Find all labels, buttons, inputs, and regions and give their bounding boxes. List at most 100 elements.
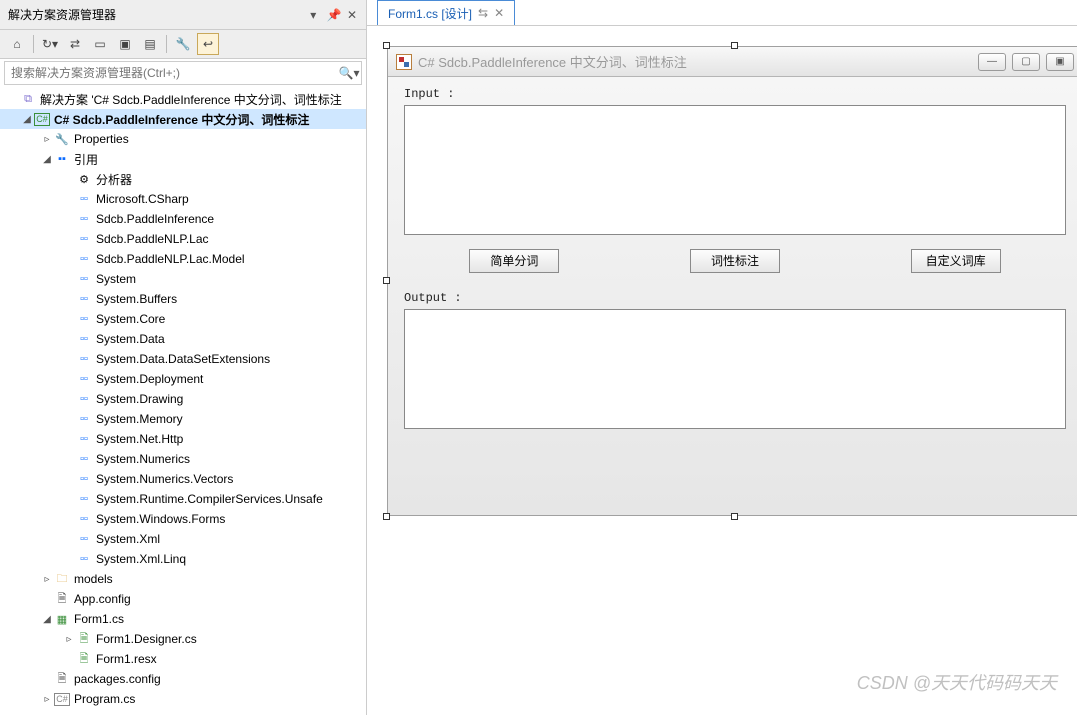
reference-item[interactable]: ▸▫▫Microsoft.CSharp [0,189,366,209]
reference-item[interactable]: ▸▫▫System [0,269,366,289]
reference-label: Microsoft.CSharp [96,192,189,206]
expander-icon[interactable]: ◢ [40,614,54,625]
watermark: CSDN @天天代码码天天 [857,669,1057,695]
refresh-icon[interactable]: ↻▾ [39,33,61,55]
resize-handle[interactable] [731,42,738,49]
file-app-config[interactable]: ▸ 🗎 App.config [0,589,366,609]
reference-item[interactable]: ▸▫▫System.Xml [0,529,366,549]
reference-icon: ▫▫ [76,191,92,207]
close-icon[interactable]: ✕ [494,6,504,20]
expander-icon[interactable]: ◢ [20,114,34,125]
reference-icon: ▫▫ [76,271,92,287]
file-form1[interactable]: ◢ ▦ Form1.cs [0,609,366,629]
reference-item[interactable]: ▸▫▫System.Buffers [0,289,366,309]
reference-label: Sdcb.PaddleInference [96,212,214,226]
analyzer-node[interactable]: ▸ ⚙ 分析器 [0,169,366,189]
reference-item[interactable]: ▸▫▫Sdcb.PaddleNLP.Lac.Model [0,249,366,269]
expander-icon[interactable]: ▹ [40,694,54,705]
reference-label: System.Memory [96,412,183,426]
expander-icon[interactable]: ▹ [40,134,54,145]
references-node[interactable]: ◢ ▪▪ 引用 [0,149,366,169]
search-icon[interactable]: 🔍▾ [337,66,361,80]
reference-item[interactable]: ▸▫▫System.Xml.Linq [0,549,366,569]
solution-node[interactable]: ▸ ⧉ 解决方案 'C# Sdcb.PaddleInference 中文分词、词… [0,89,366,109]
search-box[interactable]: 🔍▾ [4,61,362,85]
collapse-all-icon[interactable]: ▣ [114,33,136,55]
close-icon[interactable]: ✕ [346,8,358,22]
resize-handle[interactable] [383,513,390,520]
panel-title-bar[interactable]: 解决方案资源管理器 ▾ 📌 ✕ [0,0,366,30]
reference-item[interactable]: ▸▫▫System.Data.DataSetExtensions [0,349,366,369]
reference-icon: ▫▫ [76,411,92,427]
btn-simple-segment[interactable]: 简单分词 [469,249,559,273]
reference-label: System.Core [96,312,165,326]
output-textbox[interactable] [404,309,1066,429]
wrench-icon: 🔧 [54,131,70,147]
home-icon[interactable]: ⌂ [6,33,28,55]
show-all-files-icon[interactable]: ▭ [89,33,111,55]
expander-icon[interactable]: ◢ [40,154,54,165]
reference-item[interactable]: ▸▫▫System.Core [0,309,366,329]
file-form1-resx[interactable]: ▸ 🗎 Form1.resx [0,649,366,669]
btn-custom-dict[interactable]: 自定义词库 [911,249,1001,273]
reference-item[interactable]: ▸▫▫System.Drawing [0,389,366,409]
reference-label: System.Xml [96,532,160,546]
form-icon: ▦ [54,611,70,627]
designer-canvas[interactable]: C# Sdcb.PaddleInference 中文分词、词性标注 — ▢ ▣ … [367,26,1077,715]
minimize-button[interactable]: — [978,53,1006,71]
wrench-icon[interactable]: 🔧 [172,33,194,55]
app-icon [396,54,412,70]
reference-label: System.Numerics [96,452,190,466]
reference-item[interactable]: ▸▫▫System.Memory [0,409,366,429]
reference-item[interactable]: ▸▫▫System.Numerics [0,449,366,469]
resize-handle[interactable] [383,277,390,284]
properties-icon[interactable]: ▤ [139,33,161,55]
maximize-button[interactable]: ▢ [1012,53,1040,71]
reference-item[interactable]: ▸▫▫System.Windows.Forms [0,509,366,529]
reference-label: System.Net.Http [96,432,183,446]
file-packages-config[interactable]: ▸ 🗎 packages.config [0,669,366,689]
reference-item[interactable]: ▸▫▫Sdcb.PaddleInference [0,209,366,229]
properties-node[interactable]: ▹ 🔧 Properties [0,129,366,149]
close-button[interactable]: ▣ [1046,53,1074,71]
dropdown-icon[interactable]: ▾ [307,8,319,22]
reference-icon: ▫▫ [76,311,92,327]
search-input[interactable] [5,62,337,84]
resize-handle[interactable] [383,42,390,49]
resize-handle[interactable] [731,513,738,520]
reference-item[interactable]: ▸▫▫System.Deployment [0,369,366,389]
reference-icon: ▫▫ [76,451,92,467]
folder-icon: 🗀 [54,571,70,587]
expander-icon[interactable]: ▹ [40,574,54,585]
tab-form1-design[interactable]: Form1.cs [设计] ⇆ ✕ [377,0,515,25]
input-textbox[interactable] [404,105,1066,235]
config-icon: 🗎 [54,671,70,687]
winform-window: C# Sdcb.PaddleInference 中文分词、词性标注 — ▢ ▣ … [387,46,1077,516]
reference-item[interactable]: ▸▫▫System.Net.Http [0,429,366,449]
panel-toolbar: ⌂ ↻▾ ⇄ ▭ ▣ ▤ 🔧 ↩ [0,30,366,59]
reference-label: System.Xml.Linq [96,552,186,566]
pin-icon[interactable]: ⇆ [478,6,488,20]
pin-icon[interactable]: 📌 [327,8,339,22]
reference-icon: ▫▫ [76,371,92,387]
folder-models[interactable]: ▹ 🗀 models [0,569,366,589]
file-form1-designer[interactable]: ▹ 🗎 Form1.Designer.cs [0,629,366,649]
form-selection[interactable]: C# Sdcb.PaddleInference 中文分词、词性标注 — ▢ ▣ … [387,46,1077,516]
reference-icon: ▫▫ [76,531,92,547]
form-title-bar[interactable]: C# Sdcb.PaddleInference 中文分词、词性标注 — ▢ ▣ [388,47,1077,77]
file-program-cs[interactable]: ▹ C# Program.cs [0,689,366,709]
project-node[interactable]: ◢ C# C# Sdcb.PaddleInference 中文分词、词性标注 [0,109,366,129]
solution-icon: ⧉ [20,91,36,107]
btn-pos-tagging[interactable]: 词性标注 [690,249,780,273]
expander-icon[interactable]: ▹ [62,634,76,645]
reference-item[interactable]: ▸▫▫Sdcb.PaddleNLP.Lac [0,229,366,249]
reference-item[interactable]: ▸▫▫System.Data [0,329,366,349]
reference-item[interactable]: ▸▫▫System.Numerics.Vectors [0,469,366,489]
sync-icon[interactable]: ⇄ [64,33,86,55]
reference-icon: ▫▫ [76,431,92,447]
reference-item[interactable]: ▸▫▫System.Runtime.CompilerServices.Unsaf… [0,489,366,509]
reference-label: System.Deployment [96,372,203,386]
reference-icon: ▫▫ [76,471,92,487]
solution-tree[interactable]: ▸ ⧉ 解决方案 'C# Sdcb.PaddleInference 中文分词、词… [0,87,366,715]
preview-icon[interactable]: ↩ [197,33,219,55]
